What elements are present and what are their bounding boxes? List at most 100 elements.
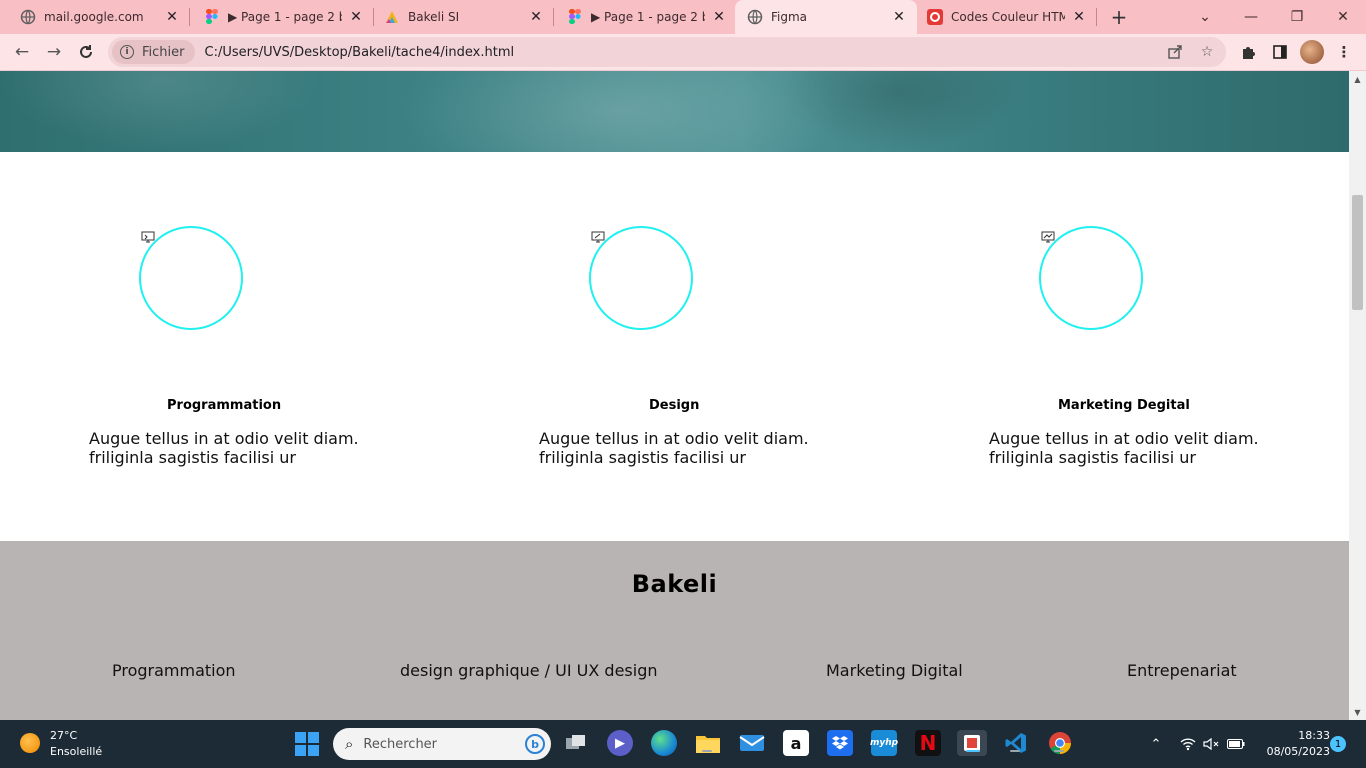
- back-button[interactable]: ←: [9, 39, 35, 65]
- minimize-button[interactable]: —: [1228, 0, 1274, 34]
- myhp-icon[interactable]: myhp: [870, 730, 898, 756]
- browser-toolbar: ← → i Fichier C:/Users/UVS/Desktop/Bakel…: [0, 34, 1366, 71]
- mail-icon[interactable]: [739, 730, 765, 756]
- share-icon[interactable]: [1164, 41, 1186, 63]
- windows-taskbar: 27°C Ensoleillé ⌕ Rechercher b ▶ a myhp …: [0, 720, 1366, 768]
- snipping-tool-icon[interactable]: [957, 730, 987, 756]
- windows-start-icon[interactable]: [295, 732, 319, 756]
- weather-temp: 27°C: [50, 729, 78, 742]
- system-clock[interactable]: 18:33 08/05/2023: [1254, 728, 1330, 760]
- volume-muted-icon[interactable]: [1201, 720, 1221, 768]
- search-placeholder: Rechercher: [363, 736, 438, 752]
- sun-icon: [20, 733, 40, 753]
- close-icon[interactable]: ✕: [1069, 7, 1089, 27]
- close-icon[interactable]: ✕: [889, 7, 909, 27]
- footer-link-marketing[interactable]: Marketing Digital: [826, 661, 963, 680]
- side-panel-icon[interactable]: [1268, 40, 1292, 64]
- figma-icon: [204, 9, 220, 25]
- scroll-up-arrow-icon[interactable]: ▲: [1349, 71, 1366, 87]
- running-indicator: [1054, 750, 1064, 752]
- close-icon[interactable]: ✕: [162, 7, 182, 27]
- bakeli-icon: [384, 9, 400, 25]
- scroll-down-arrow-icon[interactable]: ▼: [1349, 704, 1366, 720]
- service-description: Augue tellus in at odio velit diam. fril…: [989, 429, 1259, 467]
- footer-link-entrepenariat[interactable]: Entrepenariat: [1127, 661, 1237, 680]
- edge-icon[interactable]: [651, 730, 677, 756]
- close-window-button[interactable]: ✕: [1320, 0, 1366, 34]
- running-indicator: [966, 750, 980, 752]
- address-bar[interactable]: i Fichier C:/Users/UVS/Desktop/Bakeli/ta…: [108, 37, 1226, 67]
- service-circle: [589, 226, 693, 330]
- tab-title: Figma: [771, 10, 808, 24]
- tab-title: ▶ Page 1 - page 2 bakeli: [591, 10, 705, 24]
- hero-image: [0, 71, 1349, 152]
- service-description: Augue tellus in at odio velit diam. fril…: [89, 429, 359, 467]
- service-title: Marketing Degital: [1058, 398, 1190, 413]
- profile-avatar[interactable]: [1300, 40, 1324, 64]
- scheme-label: Fichier: [142, 44, 185, 60]
- forward-button[interactable]: →: [41, 39, 67, 65]
- tab-strip: mail.google.com ✕ ▶ Page 1 - page 2 bake…: [0, 0, 1366, 34]
- tab-figma-page[interactable]: ▶ Page 1 - page 2 bakeli ✕: [184, 0, 374, 34]
- tab-mail[interactable]: mail.google.com ✕: [0, 0, 190, 34]
- tab-codes-couleur[interactable]: Codes Couleur HTML ✕: [907, 0, 1097, 34]
- netflix-icon[interactable]: N: [915, 730, 941, 756]
- task-view-icon[interactable]: [563, 730, 589, 756]
- teams-chat-icon[interactable]: ▶: [607, 730, 633, 756]
- info-icon: i: [120, 45, 134, 59]
- tab-bakeli-si[interactable]: Bakeli SI ✕: [364, 0, 554, 34]
- vscode-icon[interactable]: [1003, 730, 1029, 756]
- site-info-chip[interactable]: i Fichier: [112, 40, 195, 64]
- footer-link-programmation[interactable]: Programmation: [112, 661, 236, 680]
- chrome-icon[interactable]: [1047, 730, 1073, 756]
- service-title: Programmation: [167, 398, 282, 413]
- clock-time: 18:33: [1298, 729, 1330, 742]
- figma-icon: [567, 9, 583, 25]
- tab-figma-active[interactable]: Figma ✕: [735, 0, 917, 34]
- url-text: C:/Users/UVS/Desktop/Bakeli/tache4/index…: [204, 44, 515, 60]
- tab-title: mail.google.com: [44, 10, 144, 24]
- footer: Bakeli Programmation design graphique / …: [0, 541, 1349, 720]
- extensions-puzzle-icon[interactable]: [1236, 40, 1260, 64]
- taskbar-search[interactable]: ⌕ Rechercher b: [333, 728, 551, 760]
- bookmark-star-icon[interactable]: ☆: [1196, 41, 1218, 63]
- globe-icon: [747, 9, 763, 25]
- service-circle: [139, 226, 243, 330]
- file-explorer-icon[interactable]: [695, 730, 721, 756]
- tab-title: Codes Couleur HTML: [951, 10, 1065, 24]
- close-icon[interactable]: ✕: [526, 7, 546, 27]
- close-icon[interactable]: ✕: [346, 7, 366, 27]
- tab-separator: [1096, 8, 1097, 26]
- close-icon[interactable]: ✕: [709, 7, 729, 27]
- red-circle-icon: [927, 9, 943, 25]
- service-description: Augue tellus in at odio velit diam. fril…: [539, 429, 809, 467]
- wifi-icon[interactable]: [1178, 720, 1198, 768]
- amazon-icon[interactable]: a: [783, 730, 809, 756]
- tab-figma-page-2[interactable]: ▶ Page 1 - page 2 bakeli ✕: [547, 0, 737, 34]
- tab-title: Bakeli SI: [408, 10, 460, 24]
- search-icon: ⌕: [345, 735, 354, 753]
- battery-icon[interactable]: [1225, 720, 1247, 768]
- bing-icon: b: [525, 734, 545, 754]
- running-indicator: [1010, 750, 1020, 752]
- globe-icon: [20, 9, 36, 25]
- tab-title: ▶ Page 1 - page 2 bakeli: [228, 10, 342, 24]
- new-tab-button[interactable]: +: [1108, 5, 1130, 29]
- reload-button[interactable]: [73, 39, 99, 65]
- scrollbar-thumb[interactable]: [1352, 195, 1363, 310]
- clock-date: 08/05/2023: [1266, 745, 1330, 758]
- service-title: Design: [649, 398, 700, 413]
- page-scrollbar[interactable]: ▲ ▼: [1349, 71, 1366, 720]
- dropbox-icon[interactable]: [827, 730, 853, 756]
- page-viewport: Programmation Augue tellus in at odio ve…: [0, 71, 1349, 720]
- weather-desc: Ensoleillé: [50, 745, 103, 758]
- service-circle: [1039, 226, 1143, 330]
- footer-title: Bakeli: [631, 570, 718, 598]
- tray-overflow-chevron-icon[interactable]: ⌃: [1146, 720, 1166, 768]
- footer-link-design[interactable]: design graphique / UI UX design: [400, 661, 658, 680]
- notification-badge[interactable]: 1: [1330, 736, 1346, 752]
- tab-search-button[interactable]: ⌄: [1182, 0, 1228, 34]
- restore-button[interactable]: ❐: [1274, 0, 1320, 34]
- menu-kebab-icon[interactable]: ⋮: [1332, 40, 1356, 64]
- running-indicator: [702, 750, 712, 752]
